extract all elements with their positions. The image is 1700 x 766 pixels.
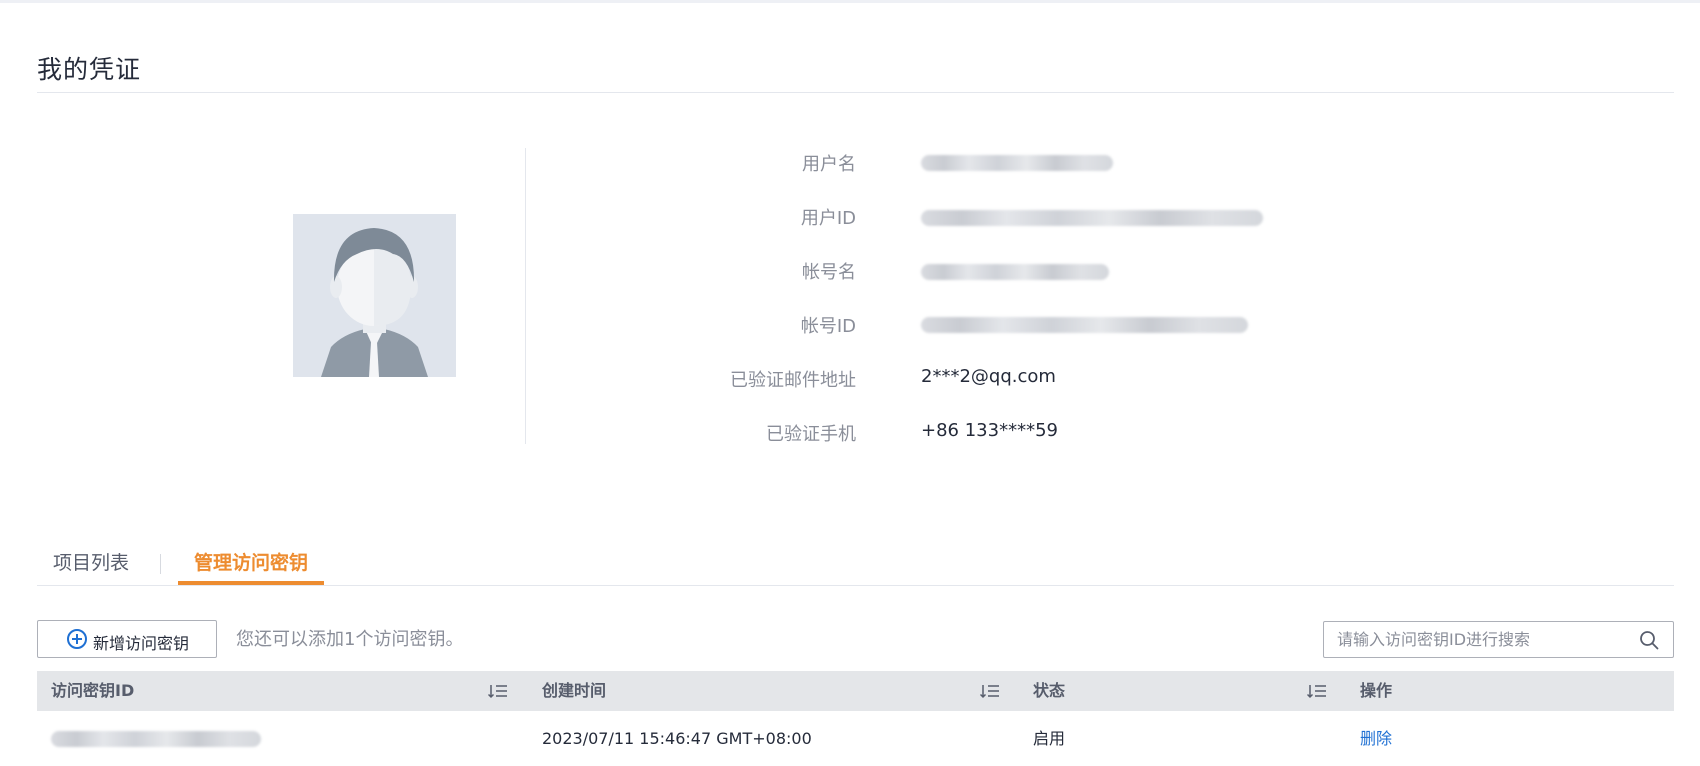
sort-icon[interactable] — [488, 683, 508, 699]
profile-divider — [525, 148, 526, 444]
tab-bar: 项目列表 管理访问密钥 — [37, 548, 1674, 586]
column-access-key-id: 访问密钥ID — [37, 671, 528, 711]
account-name-label: 帐号名 — [802, 262, 856, 283]
tab-project-list[interactable]: 项目列表 — [53, 548, 129, 583]
column-actions: 操作 — [1346, 671, 1674, 711]
user-avatar-icon — [293, 214, 456, 377]
column-label: 访问密钥ID — [51, 681, 135, 700]
cell-created-time: 2023/07/11 15:46:47 GMT+08:00 — [542, 729, 812, 748]
quota-hint: 您还可以添加1个访问密钥。 — [236, 629, 464, 650]
add-access-key-button[interactable]: 新增访问密钥 — [37, 620, 217, 658]
column-status: 状态 — [1019, 671, 1346, 711]
verified-email-label: 已验证邮件地址 — [730, 370, 856, 391]
account-id-value — [921, 317, 1248, 333]
cell-status: 启用 — [1033, 729, 1066, 748]
table-header: 访问密钥ID 创建时间 状态 操作 — [37, 671, 1674, 711]
sort-icon[interactable] — [1307, 683, 1327, 699]
user-id-value — [921, 210, 1263, 226]
add-access-key-label: 新增访问密钥 — [93, 634, 190, 653]
account-name-value — [921, 264, 1109, 280]
column-label: 创建时间 — [542, 681, 607, 700]
verified-phone-label: 已验证手机 — [766, 424, 856, 445]
verified-phone-value: +86 133****59 — [921, 420, 1058, 441]
search-icon[interactable] — [1639, 630, 1659, 650]
search-input[interactable] — [1324, 622, 1624, 657]
page-title: 我的凭证 — [37, 55, 142, 84]
table-row: 2023/07/11 15:46:47 GMT+08:00 启用 删除 — [37, 711, 1674, 766]
delete-link[interactable]: 删除 — [1346, 711, 1674, 766]
username-value — [921, 155, 1113, 171]
tab-separator — [160, 554, 161, 574]
tab-manage-access-keys[interactable]: 管理访问密钥 — [178, 548, 324, 585]
search-box — [1323, 621, 1674, 658]
column-created-time: 创建时间 — [528, 671, 1019, 711]
username-label: 用户名 — [802, 154, 856, 175]
top-strip — [0, 0, 1700, 3]
add-circle-icon — [67, 629, 87, 649]
user-id-label: 用户ID — [800, 208, 856, 229]
title-divider — [37, 92, 1674, 93]
cell-access-key-id — [37, 711, 528, 766]
access-key-table: 访问密钥ID 创建时间 状态 操作 2023/07/11 15:46:47 GM… — [37, 671, 1674, 766]
verified-email-value: 2***2@qq.com — [921, 366, 1056, 387]
masked-access-key-id — [51, 731, 261, 747]
sort-icon[interactable] — [980, 683, 1000, 699]
account-id-label: 帐号ID — [800, 316, 856, 337]
column-label: 状态 — [1033, 681, 1066, 700]
column-label: 操作 — [1360, 681, 1393, 700]
